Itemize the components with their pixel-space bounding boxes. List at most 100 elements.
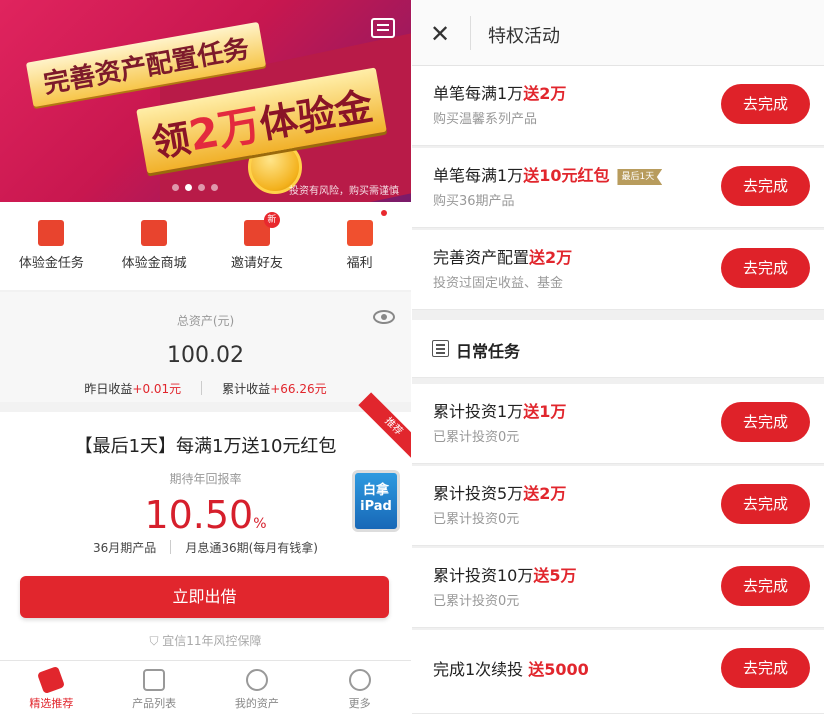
task-condition: 累计投资1万 bbox=[433, 402, 524, 421]
list-icon bbox=[432, 340, 449, 357]
menu-item-invite-friends[interactable]: 新 邀请好友 bbox=[206, 202, 309, 290]
task-condition: 累计投资5万 bbox=[433, 484, 524, 503]
go-complete-button[interactable]: 去完成 bbox=[721, 648, 810, 688]
guarantee-label: 宜信11年风控保障 bbox=[162, 634, 262, 648]
bookmark-star-icon bbox=[38, 220, 65, 246]
task-reward: 送1万 bbox=[523, 402, 567, 421]
total-assets-caption: 总资产(元) bbox=[176, 314, 235, 328]
task-condition: 完成1次续投 bbox=[433, 660, 524, 679]
go-complete-button[interactable]: 去完成 bbox=[721, 248, 810, 288]
task-row: 累计投资1万送1万 已累计投资0元 去完成 bbox=[412, 384, 824, 464]
menu-label: 福利 bbox=[346, 256, 373, 271]
task-name: 完成1次续投 送5000 bbox=[433, 656, 589, 680]
featured-product-card[interactable]: 推荐 【最后1天】每满1万送10元红包 期待年回报率 10.50% 36月期产品… bbox=[0, 392, 411, 660]
eye-icon[interactable] bbox=[373, 310, 395, 324]
task-condition: 累计投资10万 bbox=[433, 566, 534, 585]
section-title: 日常任务 bbox=[456, 342, 521, 361]
task-condition: 完善资产配置 bbox=[433, 248, 530, 267]
task-reward: 送2万 bbox=[523, 484, 567, 503]
task-row: 完成1次续投 送5000 去完成 bbox=[412, 630, 824, 714]
close-icon[interactable]: ✕ bbox=[430, 22, 450, 46]
notification-dot bbox=[380, 210, 387, 216]
menu-item-trial-mall[interactable]: 体验金商城 bbox=[103, 202, 206, 290]
task-desc: 已累计投资0元 bbox=[433, 512, 520, 527]
screenshot: 完善资产配置任务 领2万体验金 投资有风险，购买需谨慎 体验金任务 体验金商城 … bbox=[0, 0, 824, 714]
go-complete-button[interactable]: 去完成 bbox=[721, 566, 810, 606]
tab-label: 产品列表 bbox=[132, 697, 177, 710]
carousel-dot[interactable] bbox=[172, 184, 179, 191]
total-earnings-label: 累计收益 bbox=[222, 382, 271, 396]
task-name: 累计投资1万送1万 bbox=[433, 398, 566, 422]
carousel-dot[interactable] bbox=[198, 184, 205, 191]
tab-my-assets[interactable]: 我的资产 bbox=[206, 661, 309, 714]
task-row: 完善资产配置送2万 投资过固定收益、基金 去完成 bbox=[412, 230, 824, 310]
yesterday-earnings-label: 昨日收益 bbox=[84, 382, 133, 396]
more-icon bbox=[348, 669, 371, 691]
tab-label: 精选推荐 bbox=[29, 697, 74, 710]
last-day-tag: 最后1天 bbox=[617, 169, 663, 185]
risk-guarantee-text: ⛉ 宜信11年风控保障 bbox=[0, 632, 411, 649]
tag-icon bbox=[37, 665, 66, 695]
tab-label: 我的资产 bbox=[234, 697, 279, 710]
go-complete-button[interactable]: 去完成 bbox=[721, 166, 810, 206]
go-complete-button[interactable]: 去完成 bbox=[721, 484, 810, 524]
tab-label: 更多 bbox=[348, 697, 371, 710]
shield-icon: ⛉ bbox=[149, 634, 163, 648]
task-reward: 送2万 bbox=[523, 84, 567, 103]
task-name: 完善资产配置送2万 bbox=[433, 244, 572, 268]
gift-icon bbox=[346, 210, 387, 246]
home-screen: 完善资产配置任务 领2万体验金 投资有风险，购买需谨慎 体验金任务 体验金商城 … bbox=[0, 0, 411, 714]
product-title: 【最后1天】每满1万送10元红包 bbox=[74, 436, 337, 457]
task-desc: 已累计投资0元 bbox=[433, 430, 520, 445]
lend-now-button[interactable]: 立即出借 bbox=[20, 576, 389, 618]
task-desc: 购买温馨系列产品 bbox=[433, 112, 538, 127]
ipad-promo-badge[interactable]: 白拿 iPad bbox=[352, 470, 400, 532]
pie-chart-icon bbox=[245, 669, 268, 691]
rate-caption: 期待年回报率 bbox=[169, 472, 242, 486]
daily-tasks-header: 日常任务 bbox=[412, 320, 824, 378]
task-row: 累计投资10万送5万 已累计投资0元 去完成 bbox=[412, 548, 824, 628]
task-row: 单笔每满1万送10元红包 最后1天 购买36期产品 去完成 bbox=[412, 148, 824, 228]
task-reward: 送2万 bbox=[529, 248, 573, 267]
page-title: 特权活动 bbox=[488, 26, 560, 47]
people-icon: 新 bbox=[243, 212, 280, 246]
task-reward: 送10元红包 bbox=[523, 166, 610, 185]
earnings-row: 昨日收益 +0.01元 累计收益 +66.26元 bbox=[0, 380, 411, 397]
product-meta: 36月期产品 月息通36期(每月有钱拿) bbox=[0, 539, 411, 556]
tab-product-list[interactable]: 产品列表 bbox=[103, 661, 206, 714]
menu-label: 体验金商城 bbox=[121, 256, 187, 271]
privilege-activities-screen: ✕ 特权活动 单笔每满1万送2万 购买温馨系列产品 去完成 单笔每满1万送10元… bbox=[412, 0, 824, 714]
task-name: 累计投资5万送2万 bbox=[433, 480, 566, 504]
task-desc: 投资过固定收益、基金 bbox=[433, 276, 564, 291]
task-name: 单笔每满1万送2万 bbox=[433, 80, 566, 104]
rate-number: 10.50 bbox=[144, 493, 254, 537]
task-condition: 单笔每满1万 bbox=[433, 166, 524, 185]
new-badge: 新 bbox=[263, 212, 280, 228]
rate-unit: % bbox=[253, 516, 267, 532]
menu-item-welfare[interactable]: 福利 bbox=[308, 202, 411, 290]
carousel-dots bbox=[172, 184, 218, 191]
go-complete-button[interactable]: 去完成 bbox=[721, 402, 810, 442]
product-term: 36月期产品 bbox=[93, 541, 157, 555]
product-name: 月息通36期(每月有钱拿) bbox=[185, 541, 318, 555]
tab-featured[interactable]: 精选推荐 bbox=[0, 661, 103, 714]
yesterday-earnings-value: +0.01元 bbox=[132, 382, 182, 396]
total-assets-value: 100.02 bbox=[167, 343, 244, 368]
list-icon bbox=[143, 669, 166, 691]
menu-label: 体验金任务 bbox=[18, 256, 84, 271]
task-name: 累计投资10万送5万 bbox=[433, 562, 577, 586]
tab-more[interactable]: 更多 bbox=[308, 661, 411, 714]
task-row: 单笔每满1万送2万 购买温馨系列产品 去完成 bbox=[412, 66, 824, 146]
menu-item-trial-tasks[interactable]: 体验金任务 bbox=[0, 202, 103, 290]
task-row: 累计投资5万送2万 已累计投资0元 去完成 bbox=[412, 466, 824, 546]
task-desc: 购买36期产品 bbox=[433, 194, 515, 209]
promo-line1: 白拿 bbox=[362, 483, 389, 498]
message-icon[interactable] bbox=[371, 18, 395, 38]
task-name: 单笔每满1万送10元红包 最后1天 bbox=[433, 162, 663, 186]
go-complete-button[interactable]: 去完成 bbox=[721, 84, 810, 124]
shopping-bag-icon bbox=[141, 220, 168, 246]
carousel-dot[interactable] bbox=[185, 184, 192, 191]
risk-note: 投资有风险，购买需谨慎 bbox=[289, 186, 399, 197]
promo-banner[interactable]: 完善资产配置任务 领2万体验金 投资有风险，购买需谨慎 bbox=[0, 0, 411, 202]
carousel-dot[interactable] bbox=[211, 184, 218, 191]
